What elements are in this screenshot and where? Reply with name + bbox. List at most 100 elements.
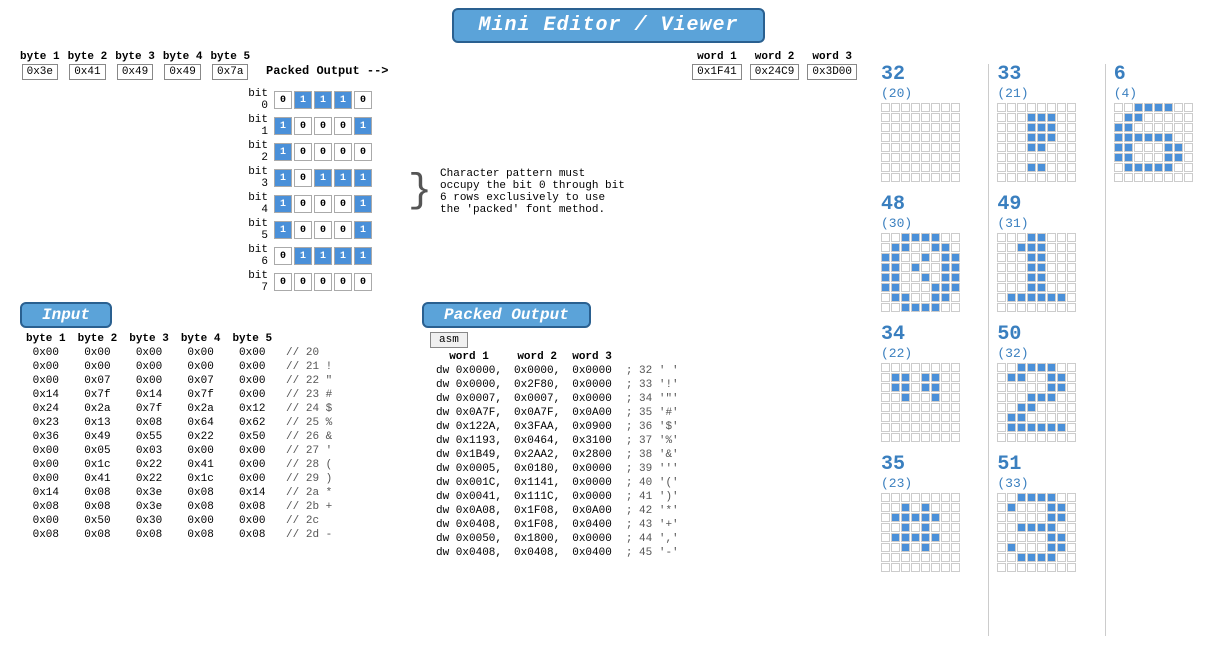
pixel-49-17: [1007, 253, 1016, 262]
char-block-50: 50(32): [997, 324, 1096, 442]
input-row-1: 0x000x000x000x000x00// 21 !: [20, 360, 338, 374]
pixel-33-40: [997, 153, 1006, 162]
pixel-50-15: [1067, 373, 1076, 382]
bit-cell-3-4[interactable]: 1: [354, 169, 372, 187]
bit-row-4: bit 410001: [240, 192, 372, 216]
pixel-33-51: [1027, 163, 1036, 172]
bit-cell-5-4[interactable]: 1: [354, 221, 372, 239]
pixel-49-10: [1017, 243, 1026, 252]
pixel-6-12: [1154, 113, 1163, 122]
pixel-32-48: [881, 163, 890, 172]
pixel-35-30: [941, 523, 950, 532]
input-cell-9-4: 0x00: [226, 472, 278, 486]
bit-cell-7-4[interactable]: 0: [354, 273, 372, 291]
pixel-49-61: [1047, 303, 1056, 312]
bit-cell-6-4[interactable]: 1: [354, 247, 372, 265]
bit-cell-5-0[interactable]: 1: [274, 221, 292, 239]
bit-cell-5-2[interactable]: 0: [314, 221, 332, 239]
input-cell-5-1: 0x13: [72, 416, 124, 430]
bit-cell-2-3[interactable]: 0: [334, 143, 352, 161]
char-number-49: 49: [997, 194, 1021, 216]
bit-cell-0-4[interactable]: 0: [354, 91, 372, 109]
pixel-48-61: [931, 303, 940, 312]
bit-cell-3-2[interactable]: 1: [314, 169, 332, 187]
pixel-48-33: [891, 273, 900, 282]
bit-cell-7-2[interactable]: 0: [314, 273, 332, 291]
bit-cell-6-3[interactable]: 1: [334, 247, 352, 265]
bit-cell-1-0[interactable]: 1: [274, 117, 292, 135]
pixel-48-5: [931, 233, 940, 242]
pixel-35-10: [901, 503, 910, 512]
pixel-34-32: [881, 403, 890, 412]
bit-cell-1-3[interactable]: 0: [334, 117, 352, 135]
bit-cell-1-4[interactable]: 1: [354, 117, 372, 135]
packed-row-12: dw 0x0050,0x1800,0x0000; 44 ',': [430, 532, 685, 546]
pixel-50-40: [997, 413, 1006, 422]
bit-cell-3-0[interactable]: 1: [274, 169, 292, 187]
pixel-33-62: [1057, 173, 1066, 182]
pixel-32-46: [941, 153, 950, 162]
bit-cell-6-2[interactable]: 1: [314, 247, 332, 265]
pixel-6-31: [1184, 133, 1193, 142]
bit-cell-7-3[interactable]: 0: [334, 273, 352, 291]
pixel-35-35: [911, 533, 920, 542]
packed-cell-0-1: 0x0000,: [508, 364, 566, 378]
input-cell-12-3: 0x00: [175, 514, 227, 528]
pixel-34-60: [921, 433, 930, 442]
bit-row-6: bit 601111: [240, 244, 372, 268]
packed-cell-3-1: 0x0A7F,: [508, 406, 566, 420]
input-row-7: 0x000x050x030x000x00// 27 ': [20, 444, 338, 458]
bit-cell-0-2[interactable]: 1: [314, 91, 332, 109]
pixel-51-21: [1047, 513, 1056, 522]
bit-cell-5-1[interactable]: 0: [294, 221, 312, 239]
bit-cell-7-1[interactable]: 0: [294, 273, 312, 291]
pixel-33-23: [1067, 123, 1076, 132]
packed-row-10: dw 0x0A08,0x1F08,0x0A00; 42 '*': [430, 504, 685, 518]
input-cell-0-1: 0x00: [72, 346, 124, 360]
bit-cell-2-4[interactable]: 0: [354, 143, 372, 161]
packed-th-1: word 1: [430, 350, 508, 364]
pixel-33-43: [1027, 153, 1036, 162]
pixel-34-57: [891, 433, 900, 442]
bit-cell-6-0[interactable]: 0: [274, 247, 292, 265]
pixel-6-10: [1134, 113, 1143, 122]
input-cell-0-0: 0x00: [20, 346, 72, 360]
pixel-32-42: [901, 153, 910, 162]
bit-cell-2-2[interactable]: 0: [314, 143, 332, 161]
bit-cell-0-1[interactable]: 1: [294, 91, 312, 109]
bit-cell-7-0[interactable]: 0: [274, 273, 292, 291]
bit-cell-1-1[interactable]: 0: [294, 117, 312, 135]
input-cell-3-2: 0x14: [123, 388, 175, 402]
pixel-34-6: [941, 363, 950, 372]
bit-cell-3-1[interactable]: 0: [294, 169, 312, 187]
input-cell-7-3: 0x00: [175, 444, 227, 458]
packed-cell-13-1: 0x0408,: [508, 546, 566, 560]
input-cell-1-1: 0x00: [72, 360, 124, 374]
bit-cell-4-1[interactable]: 0: [294, 195, 312, 213]
bit-cell-3-3[interactable]: 1: [334, 169, 352, 187]
input-comment-9: // 29 ): [278, 472, 338, 486]
bit-cell-5-3[interactable]: 0: [334, 221, 352, 239]
bit-row-3: bit 310111: [240, 166, 372, 190]
pixel-51-0: [997, 493, 1006, 502]
pixel-32-25: [891, 133, 900, 142]
bit-cell-2-1[interactable]: 0: [294, 143, 312, 161]
main-container: Mini Editor / Viewer byte 1 0x3e byte 2 …: [0, 0, 1217, 645]
pixel-35-32: [881, 533, 890, 542]
input-cell-10-0: 0x14: [20, 486, 72, 500]
bit-cell-4-2[interactable]: 0: [314, 195, 332, 213]
bit-cell-6-1[interactable]: 1: [294, 247, 312, 265]
bit-cell-4-0[interactable]: 1: [274, 195, 292, 213]
pixel-48-54: [941, 293, 950, 302]
bit-cell-0-0[interactable]: 0: [274, 91, 292, 109]
pixel-48-58: [901, 303, 910, 312]
pixel-32-0: [881, 103, 890, 112]
bit-cell-4-3[interactable]: 0: [334, 195, 352, 213]
char-grid-32: [881, 103, 960, 182]
bit-cell-0-3[interactable]: 1: [334, 91, 352, 109]
pixel-35-42: [901, 543, 910, 552]
bit-cell-4-4[interactable]: 1: [354, 195, 372, 213]
bit-cell-1-2[interactable]: 0: [314, 117, 332, 135]
bit-cell-2-0[interactable]: 1: [274, 143, 292, 161]
pixel-49-30: [1057, 263, 1066, 272]
